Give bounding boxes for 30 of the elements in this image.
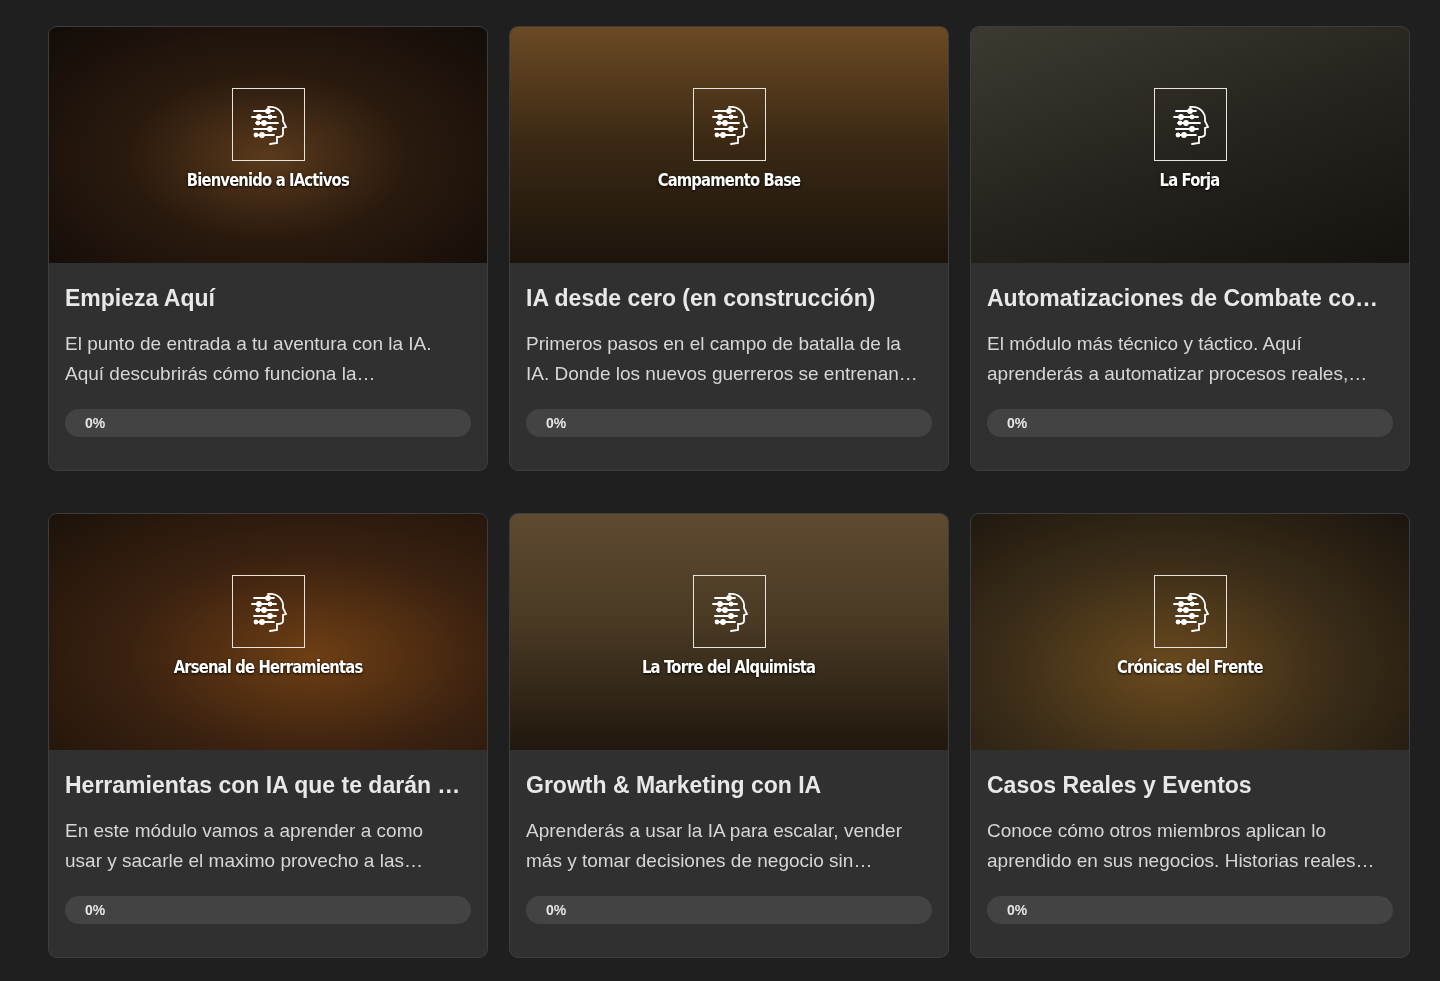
course-description: Primeros pasos en el campo de batalla de la IA. Donde los nuevos guerreros se entrenan…: [526, 331, 918, 386]
course-description: Aprenderás a usar la IA para escalar, vender más y tomar decisiones de negocio sin…: [526, 818, 903, 873]
progress-percent: 0%: [1006, 901, 1028, 918]
cover-caption: La Torre del Alquimista: [642, 655, 816, 679]
cover-caption: Crónicas del Frente: [1117, 655, 1263, 679]
course-title: Automatizaciones de Combate co…: [987, 285, 1380, 313]
progress-percent: 0%: [84, 901, 106, 918]
course-title: Casos Reales y Eventos: [987, 772, 1253, 800]
course-description: En este módulo vamos a aprender a como usar y sacarle el maximo provecho a las…: [65, 818, 425, 873]
course-card[interactable]: La Forja Automatizaciones de Combate co… El módulo más técnico y táctico. Aquí aprenderás a automatizar procesos reales,… 0%: [970, 26, 1410, 471]
cover-caption: Arsenal de Herramientas: [173, 655, 363, 679]
course-description: El módulo más técnico y táctico. Aquí aprenderás a automatizar procesos reales,…: [987, 331, 1369, 386]
cover-caption: Bienvenido a IActivos: [186, 168, 350, 192]
course-title: IA desde cero (en construcción): [526, 285, 877, 313]
progress-percent: 0%: [545, 414, 567, 431]
course-description: Conoce cómo otros miembros aplican lo aprendido en sus negocios. Historias reales…: [987, 818, 1376, 873]
progress-percent: 0%: [84, 414, 106, 431]
course-title: Empieza Aquí: [65, 285, 217, 313]
progress-percent: 0%: [545, 901, 567, 918]
course-description: El punto de entrada a tu aventura con la IA. Aquí descubrirás cómo funciona la…: [65, 331, 433, 386]
progress-percent: 0%: [1006, 414, 1028, 431]
course-card[interactable]: Crónicas del Frente Casos Reales y Eventos Conoce cómo otros miembros aplican lo aprendido en sus negocios. Historias reales… 0%: [970, 513, 1410, 958]
course-title: Growth & Marketing con IA: [526, 772, 823, 800]
course-card[interactable]: Campamento Base IA desde cero (en construcción) Primeros pasos en el campo de batalla de la IA. Donde los nuevos guerreros se entrenan… 0%: [509, 26, 949, 471]
cover-caption: Campamento Base: [657, 168, 801, 192]
course-title: Herramientas con IA que te darán …: [65, 772, 462, 800]
course-card[interactable]: Arsenal de Herramientas Herramientas con IA que te darán … En este módulo vamos a aprender a como usar y sacarle el maximo provecho a las… 0%: [48, 513, 488, 958]
course-card[interactable]: Bienvenido a IActivos Empieza Aquí El punto de entrada a tu aventura con la IA. Aquí descubrirás cómo funciona la… 0%: [48, 26, 488, 471]
course-card[interactable]: La Torre del Alquimista Growth & Marketing con IA Aprenderás a usar la IA para escalar, vender más y tomar decisiones de negocio sin… 0%: [509, 513, 949, 958]
cover-caption: La Forja: [1160, 168, 1220, 192]
